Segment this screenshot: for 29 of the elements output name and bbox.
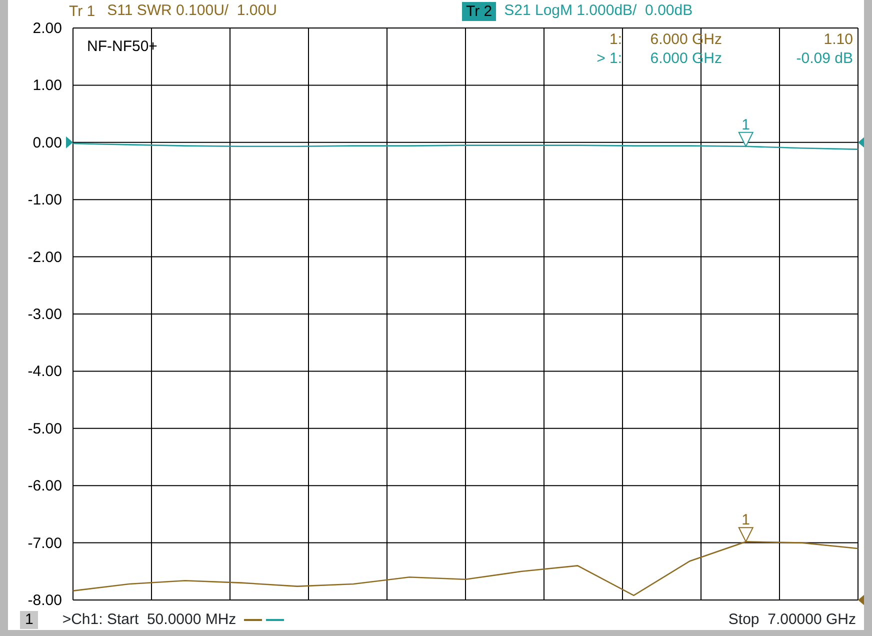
reference-arrow-icon [66,136,73,148]
y-axis-label: -5.00 [28,420,62,438]
trace-setting: S11 SWR 0.100U/ 1.00U [107,1,277,21]
y-axis-label: -7.00 [28,534,62,552]
marker-value: 1.10 [824,31,853,48]
y-axis-label: 1.00 [32,77,62,94]
annotation: 1 [742,116,750,134]
y-axis-label: -8.00 [28,592,62,609]
annotation: 1 [742,512,750,529]
y-axis-label: -6.00 [28,478,62,495]
marker-number: 1: [609,31,622,48]
marker-number: > 1: [596,50,622,67]
trace-tab[interactable]: Tr 2 [462,2,496,21]
y-axis-label: -3.00 [28,306,62,323]
channel-number: 1 [20,611,38,629]
y-axis-label: 0.00 [32,134,62,152]
trace-setting: S21 LogM 1.000dB/ 0.00dB [504,1,693,21]
marker-flag: 1 [738,116,754,148]
start-frequency: >Ch1: Start 50.0000 MHz [62,610,236,630]
y-axis-label: -1.00 [28,192,62,209]
trace-tab[interactable]: Tr 1 [65,2,100,21]
reference-arrow-icon [858,594,864,606]
reference-arrow-icon [858,136,864,148]
marker-value: -0.09 dB [796,50,853,67]
y-axis-label: -4.00 [28,363,62,380]
y-axis-label: -2.00 [28,248,62,266]
stop-frequency: Stop 7.00000 GHz [728,610,856,630]
y-axis-label: 2.00 [32,20,62,37]
marker-flag: 1 [738,512,754,543]
